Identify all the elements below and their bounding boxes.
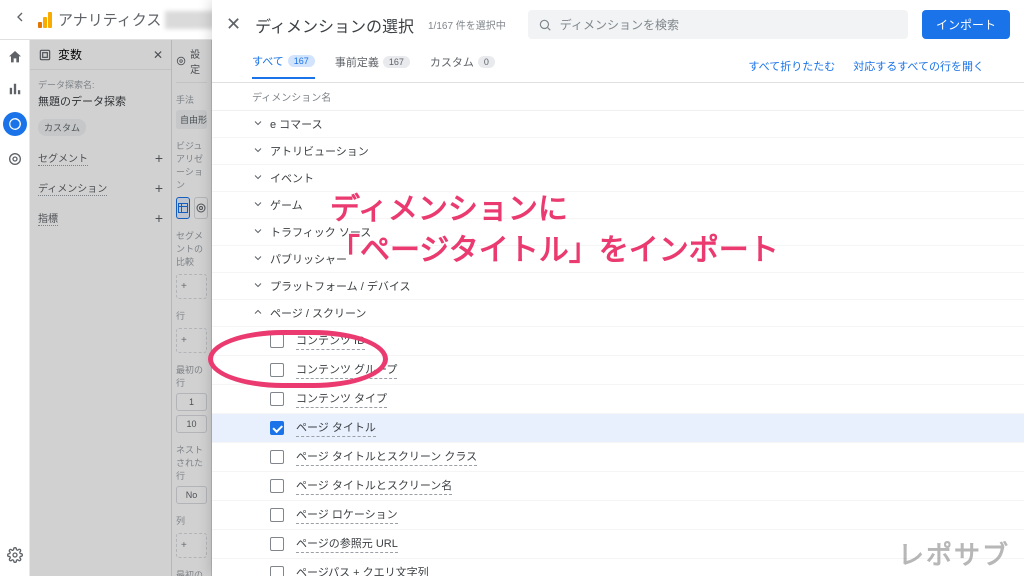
tab-predefined[interactable]: 事前定義167 (335, 54, 410, 78)
dimension-checkbox[interactable] (270, 537, 284, 551)
dimension-item-row[interactable]: ページ タイトル (212, 414, 1024, 443)
left-nav-rail (0, 40, 30, 576)
dimension-item-row[interactable]: コンテンツ グループ (212, 356, 1024, 385)
dimension-checkbox[interactable] (270, 363, 284, 377)
import-button[interactable]: インポート (922, 10, 1010, 39)
dimension-picker-modal: ✕ ディメンションの選択 1/167 件を選択中 ディメンションを検索 インポー… (212, 0, 1024, 576)
dimension-item-label: ページ タイトル (296, 419, 376, 437)
dimension-item-label: ページパス + クエリ文字列 (296, 564, 429, 576)
dimension-group-label: トラフィック ソース (270, 224, 371, 240)
collapse-all-link[interactable]: すべて折りたたむ (748, 58, 835, 74)
dimension-group-label: アトリビューション (270, 143, 369, 159)
dimension-tabs: すべて167 事前定義167 カスタム0 すべて折りたたむ 対応するすべての行を… (212, 49, 1024, 83)
dimension-group-label: e コマース (270, 116, 323, 132)
tab-custom[interactable]: カスタム0 (430, 54, 495, 78)
chevron-down-icon (252, 171, 270, 186)
dimension-checkbox[interactable] (270, 421, 284, 435)
app-title: アナリティクス (58, 9, 161, 30)
dimension-item-row[interactable]: コンテンツ ID (212, 327, 1024, 356)
dimension-checkbox[interactable] (270, 508, 284, 522)
chevron-down-icon (252, 279, 270, 294)
dimension-checkbox[interactable] (270, 566, 284, 576)
dimension-picker-header: ✕ ディメンションの選択 1/167 件を選択中 ディメンションを検索 インポー… (212, 0, 1024, 49)
account-name-blur (165, 11, 215, 29)
reports-icon[interactable] (6, 80, 24, 98)
dimension-group-label: ゲーム (270, 197, 303, 213)
dimension-group-label: プラットフォーム / デバイス (270, 278, 411, 294)
chevron-down-icon (252, 117, 270, 132)
dimension-item-label: コンテンツ グループ (296, 361, 397, 379)
chevron-up-icon (252, 306, 270, 321)
dimension-group-row[interactable]: ゲーム (212, 192, 1024, 219)
dimension-group-label: イベント (270, 170, 314, 186)
dimension-item-row[interactable]: コンテンツ タイプ (212, 385, 1024, 414)
dimension-group-row[interactable]: イベント (212, 165, 1024, 192)
dimension-item-row[interactable]: ページ ロケーション (212, 501, 1024, 530)
dimension-group-row[interactable]: e コマース (212, 111, 1024, 138)
dimension-group-row[interactable]: ページ / スクリーン (212, 300, 1024, 327)
dimension-item-label: コンテンツ ID (296, 332, 365, 350)
dimension-item-label: ページ タイトルとスクリーン名 (296, 477, 452, 495)
chevron-down-icon (252, 225, 270, 240)
dimension-item-label: ページ ロケーション (296, 506, 398, 524)
dimension-item-label: ページの参照元 URL (296, 535, 398, 553)
modal-scrim (30, 40, 212, 576)
tab-all[interactable]: すべて167 (252, 53, 315, 79)
back-arrow-icon[interactable] (8, 5, 32, 34)
dimension-item-label: ページ タイトルとスクリーン クラス (296, 448, 477, 466)
dimension-group-row[interactable]: トラフィック ソース (212, 219, 1024, 246)
search-icon (538, 18, 552, 32)
dimension-item-label: コンテンツ タイプ (296, 390, 387, 408)
dimension-group-label: パブリッシャー (270, 251, 347, 267)
chevron-down-icon (252, 198, 270, 213)
dimension-list[interactable]: e コマースアトリビューションイベントゲームトラフィック ソースパブリッシャープ… (212, 111, 1024, 576)
dimension-selected-count: 1/167 件を選択中 (428, 17, 506, 32)
dimension-column-header: ディメンション名 (212, 83, 1024, 111)
explore-icon[interactable] (3, 112, 27, 136)
dimension-group-row[interactable]: プラットフォーム / デバイス (212, 273, 1024, 300)
watermark: レポサブ (898, 535, 1010, 572)
ga-logo-icon (38, 12, 52, 28)
settings-gear-icon[interactable] (6, 546, 24, 564)
dimension-picker-title: ディメンションの選択 (255, 13, 414, 37)
dimension-group-label: ページ / スクリーン (270, 305, 366, 321)
dimension-group-row[interactable]: パブリッシャー (212, 246, 1024, 273)
advertising-icon[interactable] (6, 150, 24, 168)
expand-matching-link[interactable]: 対応するすべての行を開く (853, 58, 984, 74)
dimension-checkbox[interactable] (270, 334, 284, 348)
chevron-down-icon (252, 144, 270, 159)
dimension-checkbox[interactable] (270, 392, 284, 406)
dimension-checkbox[interactable] (270, 479, 284, 493)
chevron-down-icon (252, 252, 270, 267)
dimension-search-placeholder: ディメンションを検索 (560, 16, 679, 33)
home-icon[interactable] (6, 48, 24, 66)
dimension-search-input[interactable]: ディメンションを検索 (528, 10, 908, 39)
dimension-item-row[interactable]: ページ タイトルとスクリーン クラス (212, 443, 1024, 472)
dimension-item-row[interactable]: ページ タイトルとスクリーン名 (212, 472, 1024, 501)
ga-logo (38, 12, 52, 28)
dimension-group-row[interactable]: アトリビューション (212, 138, 1024, 165)
close-modal-icon[interactable]: ✕ (226, 14, 241, 35)
dimension-checkbox[interactable] (270, 450, 284, 464)
